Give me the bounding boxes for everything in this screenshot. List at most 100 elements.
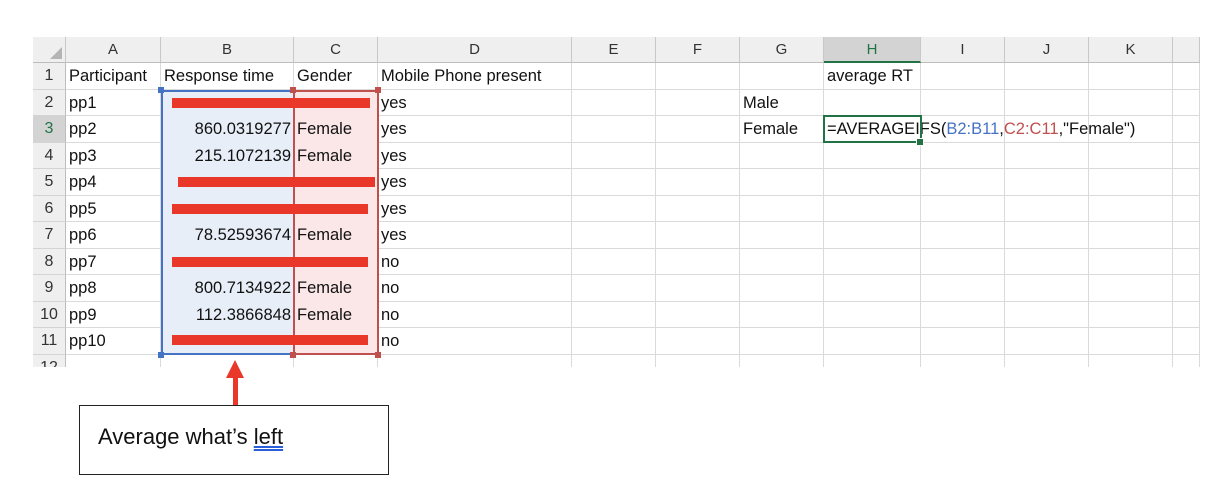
grid-cell[interactable] bbox=[572, 354, 656, 367]
grid-cell[interactable] bbox=[1005, 301, 1089, 328]
grid-cell[interactable] bbox=[572, 116, 656, 143]
grid-cell[interactable] bbox=[66, 354, 161, 367]
grid-cell[interactable] bbox=[1173, 328, 1200, 355]
mobile-phone-cell[interactable]: yes bbox=[378, 196, 572, 223]
column-header-h[interactable]: H bbox=[824, 37, 921, 63]
row-header-6[interactable]: 6 bbox=[33, 195, 66, 222]
column-header-c[interactable]: C bbox=[294, 37, 378, 63]
grid-cell[interactable] bbox=[656, 248, 740, 275]
cell-b1[interactable]: Response time bbox=[161, 63, 294, 90]
grid-cell[interactable] bbox=[824, 169, 921, 196]
grid-cell[interactable] bbox=[1089, 222, 1173, 249]
mobile-phone-cell[interactable]: yes bbox=[378, 90, 572, 117]
grid-cell[interactable] bbox=[1089, 142, 1173, 169]
grid-cell[interactable] bbox=[656, 275, 740, 302]
row-header-10[interactable]: 10 bbox=[33, 301, 66, 328]
grid-cell[interactable] bbox=[740, 301, 824, 328]
participant-cell[interactable]: pp1 bbox=[66, 90, 161, 117]
mobile-phone-cell[interactable]: yes bbox=[378, 116, 572, 143]
grid-cell[interactable] bbox=[1173, 354, 1200, 367]
participant-cell[interactable]: pp4 bbox=[66, 169, 161, 196]
grid-cell[interactable] bbox=[1173, 301, 1200, 328]
row-header-9[interactable]: 9 bbox=[33, 275, 66, 302]
grid-cell[interactable] bbox=[1089, 195, 1173, 222]
spreadsheet-grid[interactable]: A B C D E F G H I J K 1 2 3 4 5 6 7 8 9 … bbox=[33, 37, 1200, 367]
grid-cell[interactable] bbox=[921, 248, 1005, 275]
range-b-handle-top-left[interactable] bbox=[158, 86, 164, 93]
grid-cell[interactable] bbox=[824, 248, 921, 275]
grid-cell[interactable] bbox=[824, 142, 921, 169]
row-header-3[interactable]: 3 bbox=[33, 116, 66, 143]
cell-g2[interactable]: Male bbox=[740, 89, 824, 116]
row-header-11[interactable]: 11 bbox=[33, 328, 66, 355]
grid-cell[interactable] bbox=[1089, 89, 1173, 116]
grid-cell[interactable] bbox=[572, 142, 656, 169]
participant-cell[interactable]: pp8 bbox=[66, 275, 161, 302]
grid-cell[interactable] bbox=[921, 222, 1005, 249]
grid-cell[interactable] bbox=[740, 169, 824, 196]
cell-h1[interactable]: average RT bbox=[824, 63, 921, 90]
cell-a1[interactable]: Participant bbox=[66, 63, 161, 90]
row-header-2[interactable]: 2 bbox=[33, 89, 66, 116]
grid-cell[interactable] bbox=[1173, 248, 1200, 275]
mobile-phone-cell[interactable]: no bbox=[378, 249, 572, 276]
grid-cell[interactable] bbox=[921, 195, 1005, 222]
grid-cell[interactable] bbox=[921, 142, 1005, 169]
mobile-phone-cell[interactable]: yes bbox=[378, 222, 572, 249]
column-header-a[interactable]: A bbox=[66, 37, 161, 63]
grid-cell[interactable] bbox=[1089, 354, 1173, 367]
column-header-k[interactable]: K bbox=[1089, 37, 1173, 63]
column-header-l[interactable] bbox=[1173, 37, 1200, 63]
grid-cell[interactable] bbox=[740, 63, 824, 90]
cell-d1[interactable]: Mobile Phone present bbox=[378, 63, 572, 90]
grid-cell[interactable] bbox=[378, 354, 572, 367]
grid-cell[interactable] bbox=[921, 328, 1005, 355]
grid-cell[interactable] bbox=[1005, 328, 1089, 355]
grid-cell[interactable] bbox=[656, 169, 740, 196]
grid-cell[interactable] bbox=[824, 195, 921, 222]
grid-cell[interactable] bbox=[1173, 169, 1200, 196]
mobile-phone-cell[interactable]: yes bbox=[378, 143, 572, 170]
grid-cell[interactable] bbox=[921, 89, 1005, 116]
grid-cell[interactable] bbox=[921, 63, 1005, 90]
grid-cell[interactable] bbox=[572, 301, 656, 328]
grid-cell[interactable] bbox=[1005, 169, 1089, 196]
grid-cell[interactable] bbox=[572, 195, 656, 222]
grid-cell[interactable] bbox=[824, 354, 921, 367]
column-header-g[interactable]: G bbox=[740, 37, 824, 63]
grid-cell[interactable] bbox=[824, 222, 921, 249]
grid-cell[interactable] bbox=[1173, 142, 1200, 169]
grid-cell[interactable] bbox=[1089, 169, 1173, 196]
grid-cell[interactable] bbox=[656, 354, 740, 367]
column-header-i[interactable]: I bbox=[921, 37, 1005, 63]
grid-cell[interactable] bbox=[740, 195, 824, 222]
grid-cell[interactable] bbox=[1005, 354, 1089, 367]
row-header-5[interactable]: 5 bbox=[33, 169, 66, 196]
grid-cell[interactable] bbox=[1005, 89, 1089, 116]
grid-cell[interactable] bbox=[1173, 63, 1200, 90]
column-header-d[interactable]: D bbox=[378, 37, 572, 63]
grid-cell[interactable] bbox=[1005, 195, 1089, 222]
grid-cell[interactable] bbox=[1089, 63, 1173, 90]
select-all-corner[interactable] bbox=[33, 37, 66, 63]
participant-cell[interactable]: pp2 bbox=[66, 116, 161, 143]
column-header-j[interactable]: J bbox=[1005, 37, 1089, 63]
grid-cell[interactable] bbox=[740, 328, 824, 355]
grid-cell[interactable] bbox=[824, 275, 921, 302]
grid-cell[interactable] bbox=[656, 116, 740, 143]
mobile-phone-cell[interactable]: no bbox=[378, 302, 572, 329]
grid-cell[interactable] bbox=[824, 328, 921, 355]
grid-cell[interactable] bbox=[572, 248, 656, 275]
grid-cell[interactable] bbox=[656, 89, 740, 116]
grid-cell[interactable] bbox=[1173, 275, 1200, 302]
grid-cell[interactable] bbox=[740, 222, 824, 249]
row-header-1[interactable]: 1 bbox=[33, 63, 66, 90]
fill-handle[interactable] bbox=[916, 138, 924, 146]
grid-cell[interactable] bbox=[572, 328, 656, 355]
row-header-8[interactable]: 8 bbox=[33, 248, 66, 275]
grid-cell[interactable] bbox=[656, 328, 740, 355]
grid-cell[interactable] bbox=[824, 301, 921, 328]
column-header-e[interactable]: E bbox=[572, 37, 656, 63]
grid-cell[interactable] bbox=[1089, 248, 1173, 275]
participant-cell[interactable]: pp3 bbox=[66, 143, 161, 170]
